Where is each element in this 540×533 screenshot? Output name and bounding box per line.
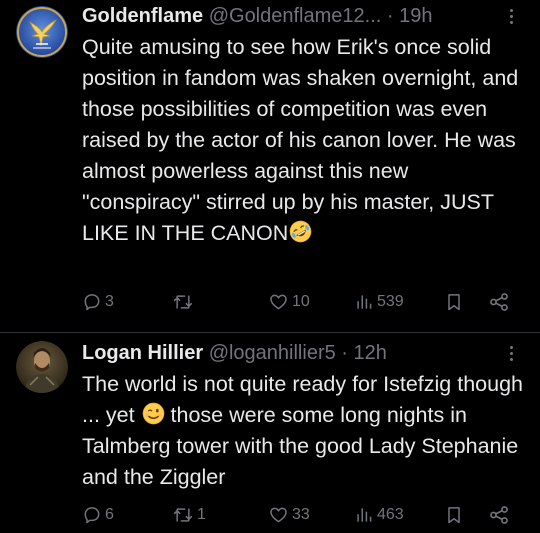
repost-icon bbox=[173, 508, 193, 522]
share-icon bbox=[490, 293, 508, 311]
bookmark-button[interactable] bbox=[444, 288, 464, 316]
bookmark-icon bbox=[448, 294, 460, 311]
bookmark-icon bbox=[448, 507, 460, 524]
tweet-header: Goldenflame @Goldenflame12... · 19h bbox=[82, 4, 510, 28]
more-options-icon[interactable] bbox=[502, 4, 520, 28]
display-name[interactable]: Goldenflame bbox=[82, 5, 203, 27]
views-count: 463 bbox=[377, 506, 404, 523]
user-handle[interactable]: @loganhillier5 bbox=[209, 342, 336, 364]
reply-icon bbox=[84, 294, 100, 311]
timestamp[interactable]: 19h bbox=[399, 5, 432, 27]
views-count: 539 bbox=[377, 293, 404, 310]
knight-portrait-avatar-icon bbox=[16, 341, 68, 393]
avatar[interactable] bbox=[16, 341, 68, 393]
winking-face-emoji bbox=[142, 402, 165, 425]
golden-bird-avatar-icon bbox=[16, 6, 68, 58]
like-button[interactable]: 10 bbox=[268, 288, 310, 316]
views-bar-chart-icon bbox=[357, 295, 372, 309]
views-button[interactable]: 539 bbox=[354, 288, 404, 316]
share-button[interactable] bbox=[488, 501, 510, 529]
avatar[interactable] bbox=[16, 6, 68, 58]
timestamp[interactable]: 12h bbox=[354, 342, 387, 364]
tweet-header: Logan Hillier @loganhillier5 · 12h bbox=[82, 341, 510, 365]
share-icon bbox=[490, 506, 508, 524]
views-bar-chart-icon bbox=[357, 508, 372, 522]
tweet-actions: 3 10 539 bbox=[82, 288, 522, 316]
display-name[interactable]: Logan Hillier bbox=[82, 342, 203, 364]
separator-dot: · bbox=[386, 5, 394, 27]
repost-button[interactable] bbox=[172, 288, 197, 316]
tweet-logan-hillier[interactable]: Logan Hillier @loganhillier5 · 12h The w… bbox=[0, 333, 540, 533]
repost-count: 1 bbox=[197, 506, 206, 523]
reply-count: 3 bbox=[105, 293, 114, 310]
tweet-text: The world is not quite ready for Istefzi… bbox=[82, 369, 527, 493]
reply-icon bbox=[84, 507, 100, 524]
repost-button[interactable]: 1 bbox=[172, 501, 206, 529]
tweet-text-content: Quite amusing to see how Erik's once sol… bbox=[82, 35, 519, 245]
like-button[interactable]: 33 bbox=[268, 501, 310, 529]
heart-icon bbox=[270, 507, 287, 523]
like-count: 33 bbox=[292, 506, 310, 523]
reply-count: 6 bbox=[105, 506, 114, 523]
heart-icon bbox=[270, 294, 287, 310]
reply-button[interactable]: 6 bbox=[82, 501, 114, 529]
rolling-on-floor-laughing-emoji bbox=[289, 220, 312, 243]
bookmark-button[interactable] bbox=[444, 501, 464, 529]
tweet-text: Quite amusing to see how Erik's once sol… bbox=[82, 32, 527, 249]
views-button[interactable]: 463 bbox=[354, 501, 404, 529]
more-options-icon[interactable] bbox=[502, 341, 520, 365]
share-button[interactable] bbox=[488, 288, 510, 316]
reply-button[interactable]: 3 bbox=[82, 288, 114, 316]
separator-dot: · bbox=[341, 342, 348, 364]
tweet-actions: 6 1 33 463 bbox=[82, 501, 522, 529]
user-handle[interactable]: @Goldenflame12... bbox=[209, 5, 382, 27]
tweet-goldenflame[interactable]: Goldenflame @Goldenflame12... · 19h Quit… bbox=[0, 0, 540, 333]
like-count: 10 bbox=[292, 293, 310, 310]
repost-icon bbox=[173, 295, 193, 309]
